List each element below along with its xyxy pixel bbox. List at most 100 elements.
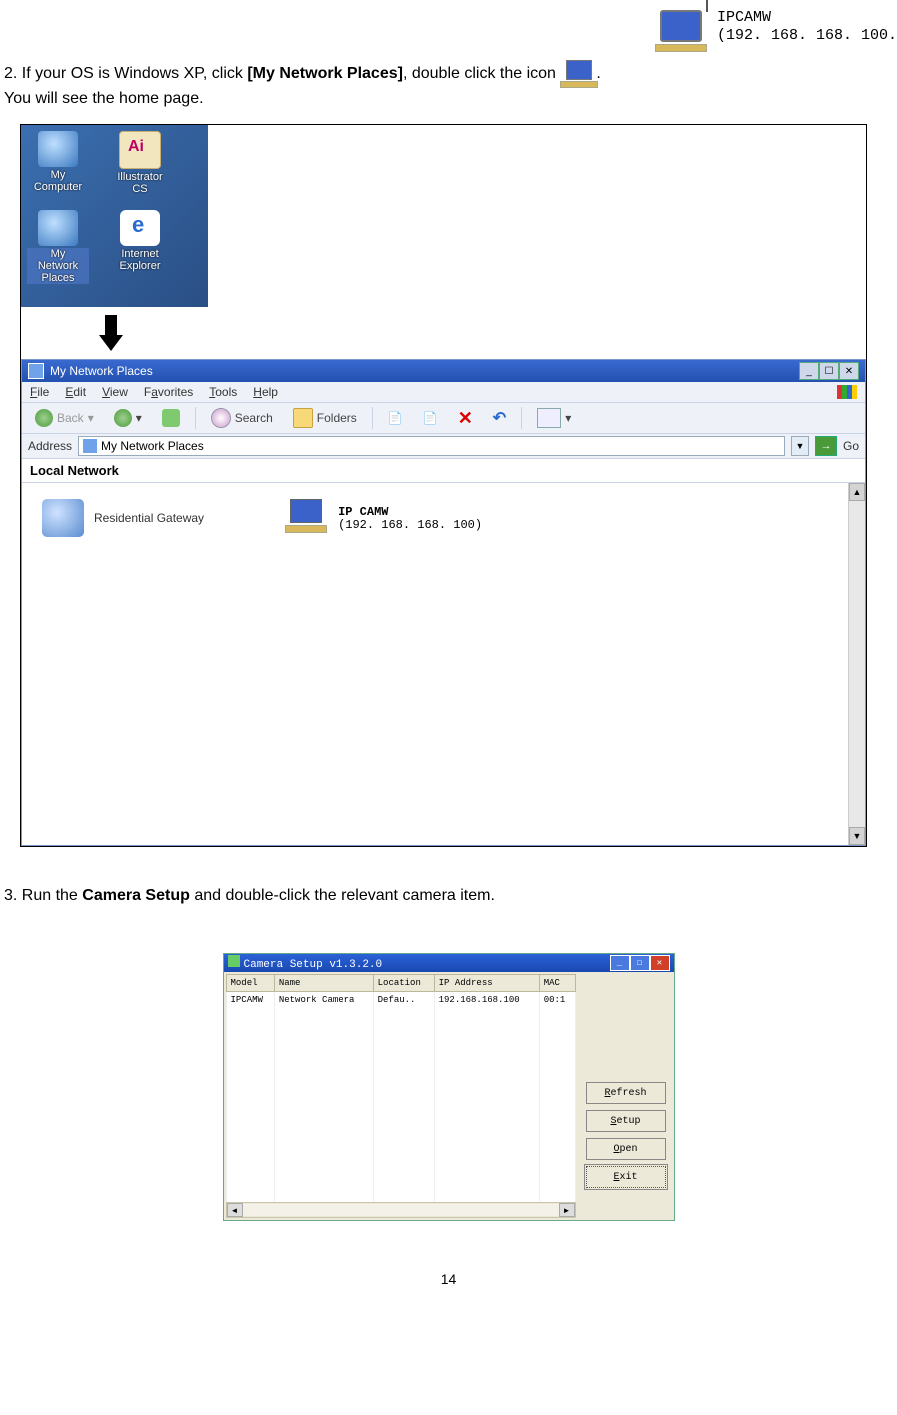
ipcam-inline-icon: [560, 60, 596, 88]
vertical-scrollbar[interactable]: ▲ ▼: [848, 483, 865, 845]
cs-close-button[interactable]: ✕: [650, 955, 670, 971]
menu-file[interactable]: F/*noop*/ile: [30, 385, 49, 399]
close-button[interactable]: ✕: [839, 362, 859, 380]
intro-text-1: 2. If your OS is Windows XP, click: [4, 65, 247, 82]
folders-button[interactable]: Folders: [286, 405, 364, 431]
setup-button[interactable]: Setup: [586, 1110, 666, 1132]
copy-to-button[interactable]: 📄: [416, 408, 445, 428]
ipcam-network-item[interactable]: IP CAMW (192. 168. 168. 100): [284, 499, 482, 539]
search-label: Search: [235, 411, 273, 425]
camera-setup-title: Camera Setup v1.3.2.0: [244, 959, 383, 971]
section-3-text: 3. Run the Camera Setup and double-click…: [0, 847, 897, 913]
table-row: [226, 1157, 575, 1172]
camera-setup-icon: [228, 955, 240, 967]
table-row: [226, 1022, 575, 1037]
scroll-up-button[interactable]: ▲: [849, 483, 865, 501]
table-row: [226, 1127, 575, 1142]
menu-favorites[interactable]: Favorites: [144, 385, 193, 399]
residential-gateway-item[interactable]: Residential Gateway: [42, 499, 204, 537]
forward-button[interactable]: ▾: [107, 406, 149, 430]
address-input[interactable]: My Network Places: [78, 436, 785, 456]
my-network-places-window: My Network Places _ ☐ ✕ F/*noop*/ile Edi…: [21, 359, 866, 846]
menu-help[interactable]: Help: [253, 385, 278, 399]
col-ip[interactable]: IP Address: [434, 975, 539, 992]
go-button[interactable]: →: [815, 436, 837, 456]
ipcam-item-sub: (192. 168. 168. 100): [338, 519, 482, 533]
back-button[interactable]: Back ▾: [28, 406, 101, 430]
cs-minimize-button[interactable]: _: [610, 955, 630, 971]
residential-gateway-icon: [42, 499, 84, 537]
content-area: Residential Gateway IP CAMW (192. 168. 1…: [22, 483, 865, 845]
arrow-down-icon: [99, 315, 123, 353]
table-row: [226, 1142, 575, 1157]
my-computer-label: My Computer: [27, 169, 89, 193]
illustrator-icon[interactable]: Illustrator CS: [109, 131, 171, 195]
toolbar: Back ▾ ▾ Search Folders 📄 📄 ✕ ↶ ▾: [22, 403, 865, 434]
my-network-places-label: My Network Places: [27, 248, 89, 284]
window-icon: [28, 363, 44, 379]
search-button[interactable]: Search: [204, 405, 280, 431]
table-row: [226, 1082, 575, 1097]
undo-button[interactable]: ↶: [486, 405, 513, 431]
address-bar: Address My Network Places ▼ → Go: [22, 434, 865, 459]
up-button[interactable]: [155, 406, 187, 430]
section3-prefix: 3. Run the: [4, 887, 82, 904]
section3-bold: Camera Setup: [82, 887, 190, 904]
camera-list-table[interactable]: Model Name Location IP Address MAC IPCAM…: [226, 974, 576, 1202]
back-label: Back: [57, 411, 84, 425]
screenshot-1: My Computer Illustrator CS My Network Pl…: [20, 124, 867, 847]
intro-bold: [My Network Places]: [247, 65, 403, 82]
table-row: [226, 1097, 575, 1112]
col-location[interactable]: Location: [373, 975, 434, 992]
residential-gateway-label: Residential Gateway: [94, 511, 204, 525]
scroll-left-button[interactable]: ◄: [227, 1203, 243, 1217]
address-icon: [83, 439, 97, 453]
col-mac[interactable]: MAC: [539, 975, 575, 992]
maximize-button[interactable]: ☐: [819, 362, 839, 380]
address-value: My Network Places: [101, 439, 204, 453]
menu-tools[interactable]: Tools: [209, 385, 237, 399]
ipcam-icon: [651, 2, 711, 52]
table-row[interactable]: IPCAMWNetwork CameraDefau..192.168.168.1…: [226, 992, 575, 1008]
menu-view[interactable]: View: [102, 385, 128, 399]
cs-maximize-button[interactable]: ☐: [630, 955, 650, 971]
folders-label: Folders: [317, 411, 357, 425]
horizontal-scrollbar[interactable]: ◄ ►: [226, 1202, 576, 1218]
delete-button[interactable]: ✕: [451, 406, 480, 430]
table-row: [226, 1187, 575, 1202]
ipcam-title: IPCAMW: [717, 9, 897, 27]
table-row: [226, 1172, 575, 1187]
internet-explorer-icon[interactable]: Internet Explorer: [109, 210, 171, 284]
ipcam-subtitle: (192. 168. 168. 100.: [717, 27, 897, 45]
scroll-down-button[interactable]: ▼: [849, 827, 865, 845]
minimize-button[interactable]: _: [799, 362, 819, 380]
window-title: My Network Places: [50, 364, 153, 378]
refresh-button[interactable]: Refresh: [586, 1082, 666, 1104]
top-ipcam-label: IPCAMW (192. 168. 168. 100.: [651, 2, 897, 52]
menu-edit[interactable]: Edit: [65, 385, 86, 399]
table-row: [226, 1112, 575, 1127]
views-button[interactable]: ▾: [530, 405, 578, 431]
intro-period: .: [596, 65, 600, 82]
ipcam-item-title: IP CAMW: [338, 506, 482, 520]
go-label: Go: [843, 439, 859, 453]
open-button[interactable]: Open: [586, 1138, 666, 1160]
illustrator-label: Illustrator CS: [109, 171, 171, 195]
intro-text-3: You will see the home page.: [4, 90, 204, 107]
scroll-right-button[interactable]: ►: [559, 1203, 575, 1217]
title-bar[interactable]: My Network Places _ ☐ ✕: [22, 360, 865, 382]
table-row: [226, 1037, 575, 1052]
col-name[interactable]: Name: [274, 975, 373, 992]
camera-setup-window: Camera Setup v1.3.2.0 _ ☐ ✕ Model Name L…: [223, 953, 675, 1221]
windows-flag-icon: [837, 385, 857, 399]
desktop: My Computer Illustrator CS My Network Pl…: [21, 125, 208, 307]
exit-button[interactable]: Exit: [586, 1166, 666, 1188]
my-network-places-icon[interactable]: My Network Places: [27, 210, 89, 284]
my-computer-icon[interactable]: My Computer: [27, 131, 89, 195]
camera-setup-titlebar[interactable]: Camera Setup v1.3.2.0 _ ☐ ✕: [224, 954, 674, 972]
col-model[interactable]: Model: [226, 975, 274, 992]
table-row: [226, 1067, 575, 1082]
address-dropdown[interactable]: ▼: [791, 436, 809, 456]
table-row: [226, 1007, 575, 1022]
move-to-button[interactable]: 📄: [381, 408, 410, 428]
